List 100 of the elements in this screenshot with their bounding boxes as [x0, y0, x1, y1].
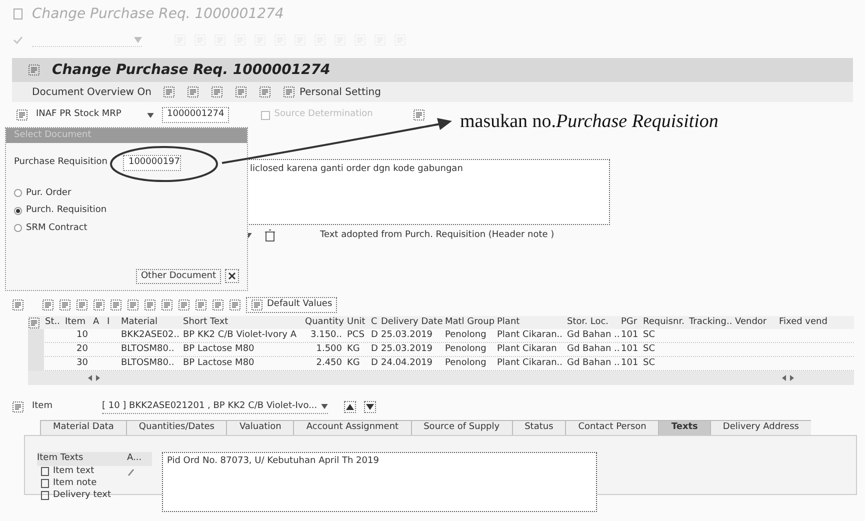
column-header[interactable]: C — [370, 316, 380, 330]
column-header[interactable]: PGr — [620, 316, 642, 330]
table-cell-text: 20 — [76, 342, 89, 356]
table-cell-text: 10 — [76, 328, 89, 342]
table-cell-text: 101 — [620, 356, 640, 370]
window-title: Change Purchase Req. 1000001274 — [32, 4, 284, 24]
table-cell-text: KG — [346, 356, 361, 370]
column-header[interactable]: Unit — [346, 316, 370, 330]
column-header[interactable]: Short Text — [182, 316, 304, 330]
column-header[interactable]: Item — [64, 316, 92, 330]
scroll-arrows-icon[interactable] — [88, 375, 100, 381]
table-cell-text: Penolong — [444, 356, 488, 370]
next-item-button[interactable] — [364, 401, 376, 413]
table-cell-text: Penolong — [444, 342, 488, 356]
tree-item[interactable]: Item note — [37, 476, 127, 490]
document-overview-button[interactable]: Document Overview On — [32, 84, 152, 100]
default-values-button[interactable]: Default Values — [246, 297, 338, 313]
document-number-field[interactable]: 1000001274 — [162, 107, 230, 123]
table-cell-text: SC — [642, 342, 656, 356]
table-cell-text: 101 — [620, 342, 640, 356]
table-cell-text: BLTOSM80.. — [120, 356, 176, 370]
tree-item[interactable]: Item text — [37, 464, 127, 478]
table-cell-text: BP Lactose M80 — [182, 342, 256, 356]
column-header[interactable]: Plant — [496, 316, 566, 330]
table-cell-text: 25.03.2019 — [380, 342, 434, 356]
column-header[interactable]: Material — [120, 316, 182, 330]
column-header[interactable]: Vendor — [734, 316, 778, 330]
tab[interactable]: Source of Supply — [410, 420, 512, 435]
radio-option[interactable]: Pur. Order — [14, 186, 239, 200]
table-cell-text: Gd Bahan .. — [566, 342, 620, 356]
table-cell-text: BP KK2 C/B Violet-Ivory A — [182, 328, 298, 342]
scroll-arrows-icon[interactable] — [782, 375, 794, 381]
radio-option[interactable]: Purch. Requisition — [14, 204, 239, 218]
tab[interactable]: Quantities/Dates — [126, 420, 226, 435]
screen-title: Change Purchase Req. 1000001274 — [52, 60, 330, 80]
table-cell-text: D — [370, 328, 379, 342]
table-cell-text: SC — [642, 328, 656, 342]
column-header[interactable]: St.. — [44, 316, 64, 330]
purchase-requisition-field[interactable]: 100000197 — [123, 155, 182, 170]
column-header[interactable]: Quantity — [304, 316, 346, 330]
tab[interactable]: Contact Person — [565, 420, 658, 435]
table-cell-text: SC — [642, 356, 656, 370]
header-text-area[interactable]: liclosed karena ganti order dgn kode gabungan — [245, 159, 610, 225]
table-cell-text: Plant Cikaran — [496, 342, 558, 356]
item-text-area[interactable]: Pid Ord No. 87073, U/ Kebutuhan April Th 2019 — [162, 452, 597, 512]
item-label: Item — [32, 400, 54, 414]
table-cell-text: Gd Bahan .. — [566, 328, 620, 342]
column-header[interactable]: Delivery Date — [380, 316, 444, 330]
table-cell-text: BKK2ASE02.. — [120, 328, 180, 342]
up-arrow-icon — [346, 404, 354, 410]
table-cell-text: Plant Cikaran.. — [496, 328, 564, 342]
previous-item-button[interactable] — [344, 401, 356, 413]
table-cell-text: BLTOSM80.. — [120, 342, 176, 356]
tab[interactable]: Status — [512, 420, 566, 435]
table-cell-text: D — [370, 356, 379, 370]
field-label: Purchase Requisition — [14, 156, 108, 169]
trash-icon[interactable] — [264, 229, 276, 242]
tab[interactable]: Material Data — [40, 420, 126, 435]
table-cell-text: 30 — [76, 356, 89, 370]
table-cell-text: PCS — [346, 328, 366, 342]
column-header[interactable]: I — [106, 316, 120, 330]
column-header: A... — [127, 452, 142, 465]
personal-setting-button[interactable]: Personal Setting — [283, 84, 381, 100]
column-header: Item Texts — [37, 452, 84, 465]
table-cell-text: BP Lactose M80 — [182, 356, 256, 370]
table-cell-text: Gd Bahan .. — [566, 356, 620, 370]
column-header[interactable]: Matl Group — [444, 316, 496, 330]
table-cell-text: 2.450 — [315, 356, 343, 370]
document-type-dropdown[interactable]: INAF PR Stock MRP — [36, 108, 154, 122]
annotation-text: masukan no.Purchase Requisition — [460, 110, 718, 134]
column-header[interactable]: Requisnr. — [642, 316, 688, 330]
tab[interactable]: Valuation — [226, 420, 294, 435]
column-header[interactable]: Fixed vend — [778, 316, 826, 330]
other-document-button[interactable]: Other Document — [136, 268, 221, 284]
caret-icon — [147, 112, 154, 118]
tree-item[interactable]: Delivery text — [37, 488, 127, 502]
column-header[interactable]: Tracking.. — [688, 316, 734, 330]
table-cell-text: 101 — [620, 328, 640, 342]
column-header[interactable]: Stor. Loc. — [566, 316, 620, 330]
table-cell-text: D — [370, 342, 379, 356]
table-cell-text: Penolong — [444, 328, 488, 342]
text-status: Text adopted from Purch. Requisition (Header note ) — [320, 229, 554, 242]
close-button[interactable] — [225, 269, 239, 284]
tab[interactable]: Delivery Address — [710, 420, 811, 435]
table-cell-text: KG — [346, 342, 361, 356]
down-arrow-icon — [366, 404, 374, 410]
table-cell-text: 24.04.2019 — [380, 356, 434, 370]
item-dropdown[interactable]: [ 10 ] BKK2ASE021201 , BP KK2 C/B Violet-Ivo... — [102, 400, 328, 414]
caret-icon — [134, 36, 142, 42]
horizontal-scrollbar[interactable] — [28, 371, 854, 385]
caret-icon — [321, 404, 328, 409]
tab[interactable]: Texts — [658, 420, 710, 435]
table-cell-text: 25.03.2019 — [380, 328, 434, 342]
table-cell-text: Plant Cikaran.. — [496, 356, 564, 370]
close-icon — [228, 272, 236, 280]
tab[interactable]: Account Assignment — [293, 420, 411, 435]
table-cell-text: 3.150.. — [310, 328, 343, 342]
table-cell-text: 1.500 — [315, 342, 343, 356]
column-header[interactable]: A — [92, 316, 106, 330]
radio-option[interactable]: SRM Contract — [14, 222, 239, 235]
